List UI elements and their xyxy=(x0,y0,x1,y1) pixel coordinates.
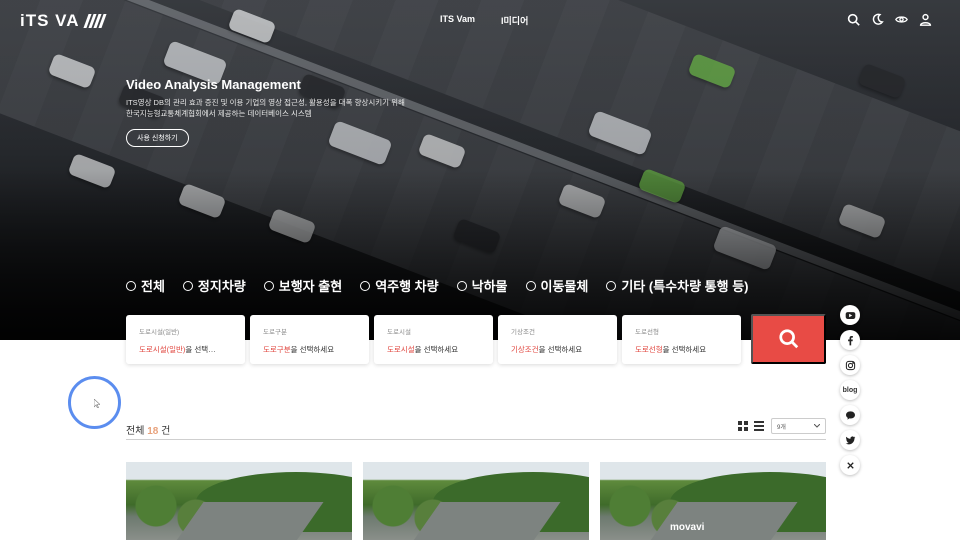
filter-weather[interactable]: 기상조건 기상조건을 선택하세요 xyxy=(498,315,617,364)
result-suffix: 건 xyxy=(161,426,171,437)
filter-label: 도로구분 xyxy=(263,329,287,336)
category-label: 보행자 출현 xyxy=(278,279,343,294)
close-icon[interactable] xyxy=(840,455,860,475)
filter-value-highlight: 기상조건 xyxy=(511,345,539,354)
filter-label: 도로시설(일반) xyxy=(139,329,180,336)
hero-title: Video Analysis Management xyxy=(126,77,301,92)
category-pedestrian[interactable]: 보행자 출현 xyxy=(263,276,343,295)
video-thumbnail[interactable] xyxy=(126,462,352,540)
nav-media[interactable]: I미디어 xyxy=(501,14,528,27)
results-divider xyxy=(126,439,826,440)
video-thumbnail[interactable] xyxy=(363,462,589,540)
category-label: 기타 (특수차량 통행 등) xyxy=(621,279,749,294)
talk-icon[interactable] xyxy=(840,405,860,425)
filter-road-alignment[interactable]: 도로선형 도로선형을 선택하세요 xyxy=(622,315,741,364)
category-label: 전체 xyxy=(141,279,165,294)
radio-icon xyxy=(360,280,371,291)
filter-value-rest: 을 선택하세요 xyxy=(414,345,459,354)
category-other[interactable]: 기타 (특수차량 통행 등) xyxy=(606,276,748,295)
filter-value-rest: 을 선택하세요 xyxy=(538,345,583,354)
twitter-icon[interactable] xyxy=(840,430,860,450)
logo-text: iTS VA xyxy=(20,11,80,30)
category-radio-group: 전체 정지차량 보행자 출현 역주행 차량 낙하물 이동물체 기타 (특수차량 … xyxy=(126,276,748,295)
thumb-watermark: movavi xyxy=(670,522,705,533)
filter-value-highlight: 도로시설(일반) xyxy=(139,345,186,354)
hero-desc-line: ITS영상 DB의 관리 효과 증진 및 이용 기업의 영상 접근성, 활용성을… xyxy=(126,98,405,107)
search-icon xyxy=(778,329,798,349)
category-label: 역주행 차량 xyxy=(375,279,439,294)
youtube-icon[interactable] xyxy=(840,305,860,325)
instagram-icon[interactable] xyxy=(840,355,860,375)
filter-value: 도로선형을 선택하세요 xyxy=(635,344,728,355)
radio-icon xyxy=(182,280,193,291)
video-grid: movavi xyxy=(126,462,826,540)
category-label: 낙하물 xyxy=(471,279,508,294)
filter-value: 기상조건을 선택하세요 xyxy=(511,344,604,355)
filter-value-highlight: 도로선형 xyxy=(635,345,663,354)
chevron-down-icon xyxy=(814,424,820,428)
filter-value-highlight: 도로시설 xyxy=(387,345,415,354)
filter-label: 도로시설 xyxy=(387,329,411,336)
filter-value-rest: 을 선택… xyxy=(185,345,216,354)
filter-road-type[interactable]: 도로구분 도로구분을 선택하세요 xyxy=(250,315,369,364)
nav-its-vam[interactable]: ITS Vam xyxy=(440,14,475,27)
filter-bar: 도로시설(일반) 도로시설(일반)을 선택… 도로구분 도로구분을 선택하세요 … xyxy=(126,315,741,364)
radio-icon xyxy=(525,280,536,291)
list-view-icon[interactable] xyxy=(754,421,764,431)
moon-icon[interactable] xyxy=(870,12,884,26)
filter-label: 도로선형 xyxy=(635,329,659,336)
filter-value-rest: 을 선택하세요 xyxy=(662,345,707,354)
category-label: 정지차량 xyxy=(197,279,246,294)
radio-icon xyxy=(126,280,136,291)
logo-stripes xyxy=(82,14,107,28)
category-falling-object[interactable]: 낙하물 xyxy=(456,276,508,295)
social-sidebar: blog xyxy=(840,305,860,475)
radio-icon xyxy=(606,280,617,291)
eye-icon[interactable] xyxy=(894,12,908,26)
filter-road-facility[interactable]: 도로시설 도로시설을 선택하세요 xyxy=(374,315,493,364)
result-count-number: 18 xyxy=(147,426,159,437)
radio-icon xyxy=(263,280,274,291)
header-icons xyxy=(846,12,932,26)
facebook-icon[interactable] xyxy=(840,330,860,350)
hero-description: ITS영상 DB의 관리 효과 증진 및 이용 기업의 영상 접근성, 활용성을… xyxy=(126,97,426,119)
per-page-select[interactable]: 9개 xyxy=(771,418,826,434)
category-moving-object[interactable]: 이동물체 xyxy=(525,276,589,295)
hero-desc-line: 한국지능형교통체계협회에서 제공하는 데이터베이스 시스템 xyxy=(126,109,312,118)
category-stopped-vehicle[interactable]: 정지차량 xyxy=(182,276,246,295)
search-icon[interactable] xyxy=(846,12,860,26)
filter-label: 기상조건 xyxy=(511,329,535,336)
site-logo[interactable]: iTS VA xyxy=(20,11,107,31)
mouse-cursor-icon xyxy=(94,399,100,408)
filter-value: 도로구분을 선택하세요 xyxy=(263,344,356,355)
filter-value-rest: 을 선택하세요 xyxy=(290,345,335,354)
per-page-value: 9개 xyxy=(777,424,786,431)
radio-icon xyxy=(456,280,467,291)
search-button[interactable] xyxy=(751,314,826,364)
filter-value: 도로시설을 선택하세요 xyxy=(387,344,480,355)
grid-view-icon[interactable] xyxy=(738,421,748,431)
blog-icon[interactable]: blog xyxy=(840,380,860,400)
video-thumbnail[interactable]: movavi xyxy=(600,462,826,540)
site-header: iTS VA ITS Vam I미디어 xyxy=(0,0,960,40)
result-count: 전체 18 건 xyxy=(126,422,170,437)
user-icon[interactable] xyxy=(918,12,932,26)
category-label: 이동물체 xyxy=(540,279,589,294)
category-all[interactable]: 전체 xyxy=(126,276,165,295)
main-nav: ITS Vam I미디어 xyxy=(440,14,528,27)
filter-value: 도로시설(일반)을 선택… xyxy=(139,344,232,355)
view-toggle xyxy=(738,421,764,431)
category-wrong-way[interactable]: 역주행 차량 xyxy=(360,276,439,295)
apply-button[interactable]: 사용 신청하기 xyxy=(126,129,189,147)
result-prefix: 전체 xyxy=(126,426,145,437)
filter-value-highlight: 도로구분 xyxy=(263,345,291,354)
filter-road-facility-general[interactable]: 도로시설(일반) 도로시설(일반)을 선택… xyxy=(126,315,245,364)
